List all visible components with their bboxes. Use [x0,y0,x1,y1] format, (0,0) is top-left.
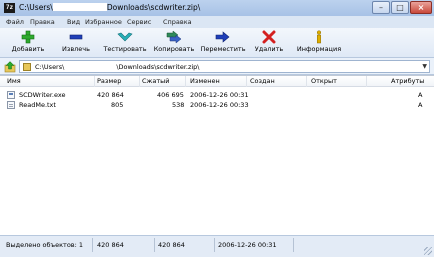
copy-label: Копировать [153,45,195,53]
folder-icon [23,63,31,71]
column-created[interactable]: Создан [250,77,275,85]
file-modified: 2006-12-26 00:33 [190,101,249,109]
redacted-username [64,62,117,69]
status-divider [293,238,294,252]
delete-label: Удалить [254,45,284,53]
minus-icon [69,34,83,40]
move-button[interactable]: Переместить [198,30,248,56]
check-icon [117,32,133,42]
column-packed[interactable]: Сжатый [142,77,170,85]
status-divider [92,238,93,252]
file-attributes: A [418,91,423,99]
resize-grip[interactable] [424,247,432,255]
column-header: Имя Размер Сжатый Изменен Создан Открыт … [0,76,434,87]
maximize-button[interactable]: □ [391,1,409,14]
menu-edit[interactable]: Правка [30,18,55,26]
column-name[interactable]: Имя [7,77,21,85]
column-accessed[interactable]: Открыт [311,77,337,85]
column-divider[interactable] [306,76,307,87]
double-arrow-icon [166,30,182,44]
txt-file-icon [7,101,15,109]
file-modified: 2006-12-26 00:31 [190,91,249,99]
file-size: 420 864 [97,91,124,99]
app-icon[interactable]: 7z [4,3,15,13]
title-bar[interactable]: 7z C:\Users\ Downloads\scdwriter.zip\ – □… [0,0,434,16]
exe-file-icon [7,91,15,99]
close-button[interactable]: × [410,1,432,14]
status-modified: 2006-12-26 00:31 [218,241,277,249]
status-bar: Выделено объектов: 1 420 864 420 864 200… [0,235,434,257]
file-packed: 406 695 [157,91,184,99]
column-modified[interactable]: Изменен [190,77,220,85]
plus-icon [21,30,35,44]
address-prefix: C:\Users\ [35,63,65,71]
address-suffix: \Downloads\scdwriter.zip\ [116,63,200,71]
extract-label: Извлечь [62,45,90,53]
folder-up-icon[interactable] [4,61,16,73]
menu-bar: Файл Правка Вид Избранное Сервис Справка [0,16,434,28]
column-size[interactable]: Размер [97,77,121,85]
status-size: 420 864 [97,241,124,249]
title-suffix: Downloads\scdwriter.zip\ [106,3,201,12]
menu-tools[interactable]: Сервис [127,18,151,26]
status-divider [214,238,215,252]
menu-file[interactable]: Файл [6,18,24,26]
column-divider[interactable] [366,76,367,87]
test-label: Тестировать [103,45,147,53]
window-title: C:\Users\ Downloads\scdwriter.zip\ [19,3,200,12]
move-label: Переместить [200,45,246,53]
list-item[interactable]: ReadMe.txt 805 538 2006-12-26 00:33 A [0,100,434,110]
column-attributes[interactable]: Атрибуты [391,77,424,85]
info-icon [316,30,322,44]
redacted-username [52,3,107,11]
file-size: 805 [111,101,124,109]
status-divider [154,238,155,252]
file-name: ReadMe.txt [19,101,56,109]
file-list[interactable]: Имя Размер Сжатый Изменен Создан Открыт … [0,75,434,235]
arrow-right-icon [215,31,230,43]
archive-window: 7z C:\Users\ Downloads\scdwriter.zip\ – □… [0,0,434,257]
address-path: C:\Users\ \Downloads\scdwriter.zip\ [35,62,200,71]
file-name: SCDWriter.exe [19,91,66,99]
toolbar: Добавить Извлечь Тестировать Копировать [0,28,434,58]
add-button[interactable]: Добавить [8,30,48,56]
title-prefix: C:\Users\ [19,3,53,12]
column-divider[interactable] [185,76,186,87]
list-item[interactable]: SCDWriter.exe 420 864 406 695 2006-12-26… [0,90,434,100]
column-divider[interactable] [139,76,140,87]
delete-button[interactable]: Удалить [253,30,285,56]
add-label: Добавить [11,45,45,53]
file-attributes: A [418,101,423,109]
menu-favorites[interactable]: Избранное [85,18,122,26]
minimize-button[interactable]: – [372,1,390,14]
status-selected: Выделено объектов: 1 [6,241,84,249]
info-label: Информация [296,45,342,53]
column-divider[interactable] [94,76,95,87]
status-packed: 420 864 [158,241,185,249]
menu-view[interactable]: Вид [67,18,80,26]
delete-x-icon [262,30,276,44]
file-packed: 538 [172,101,185,109]
copy-button[interactable]: Копировать [152,30,196,56]
test-button[interactable]: Тестировать [102,30,148,56]
extract-button[interactable]: Извлечь [59,30,93,56]
menu-help[interactable]: Справка [163,18,192,26]
address-bar: C:\Users\ \Downloads\scdwriter.zip\ ▼ [0,58,434,75]
chevron-down-icon[interactable]: ▼ [422,63,427,70]
info-button[interactable]: Информация [293,30,345,56]
address-input[interactable]: C:\Users\ \Downloads\scdwriter.zip\ ▼ [19,60,430,73]
column-divider[interactable] [246,76,247,87]
